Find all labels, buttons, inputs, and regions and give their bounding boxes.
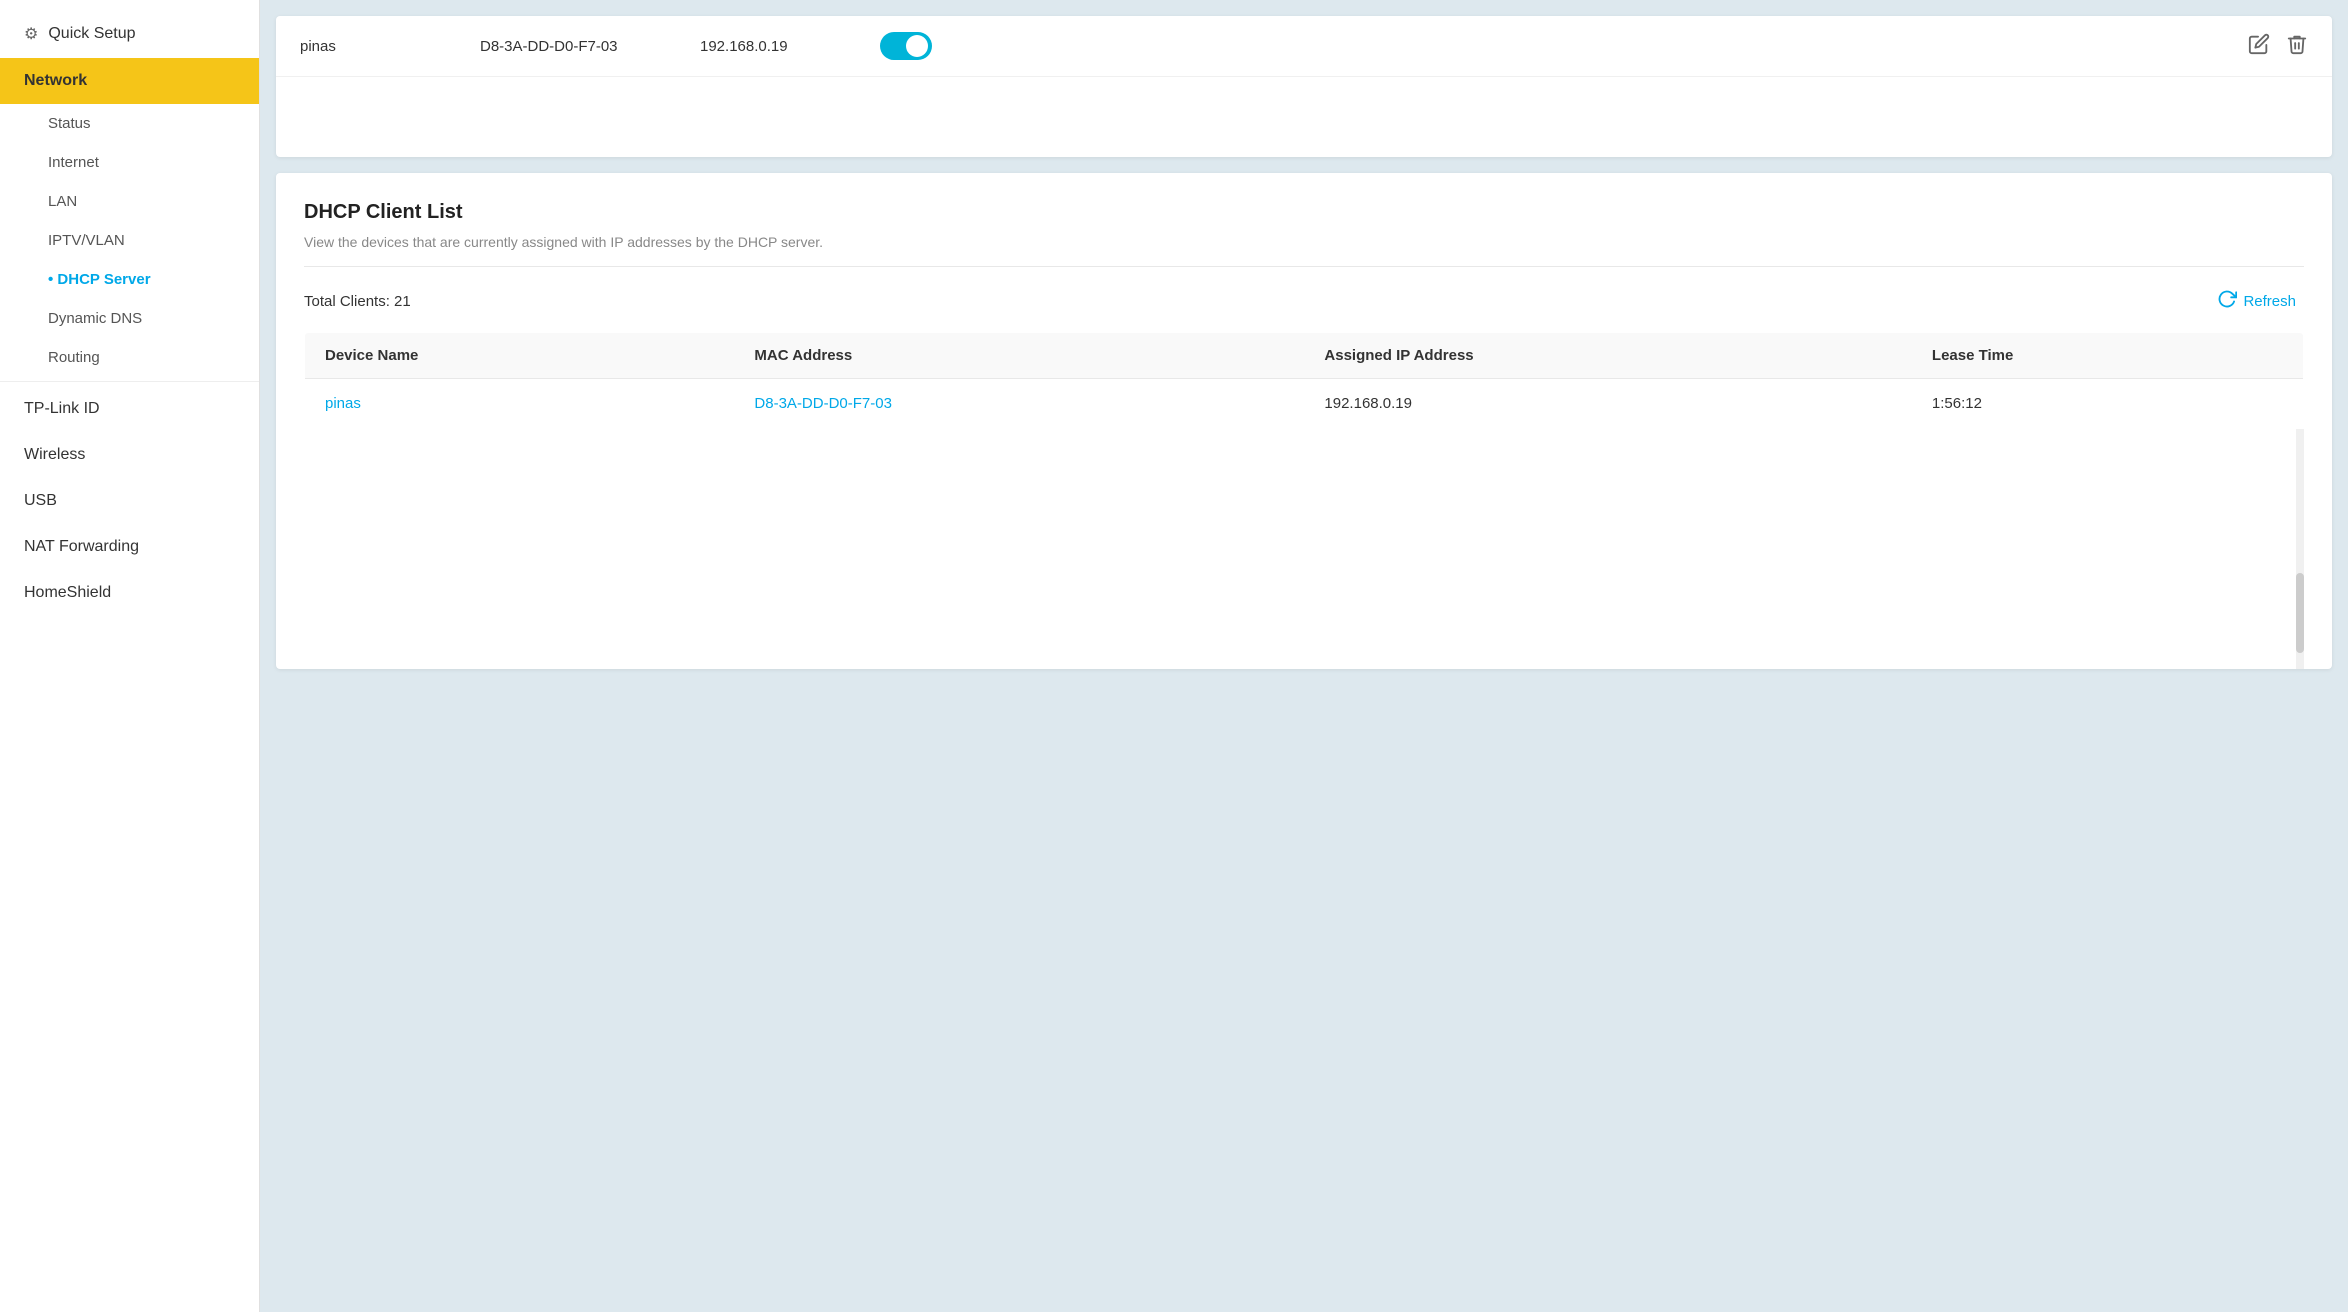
cell-mac-address: D8-3A-DD-D0-F7-03 xyxy=(734,379,1304,429)
total-clients-label: Total Clients: 21 xyxy=(304,293,411,310)
sidebar-item-quicksetup[interactable]: ⚙ Quick Setup xyxy=(0,10,259,58)
static-device-name: pinas xyxy=(300,38,460,55)
delete-icon[interactable] xyxy=(2286,33,2308,60)
sidebar-item-usb[interactable]: USB xyxy=(0,478,259,524)
table-controls: Total Clients: 21 Refresh xyxy=(304,285,2304,318)
edit-icon[interactable] xyxy=(2248,33,2270,60)
refresh-button[interactable]: Refresh xyxy=(2209,285,2304,318)
cell-device-name: pinas xyxy=(305,379,735,429)
main-content: pinas D8-3A-DD-D0-F7-03 192.168.0.19 xyxy=(260,0,2348,1312)
sidebar-item-lan[interactable]: LAN xyxy=(0,182,259,221)
col-header-lease-time: Lease Time xyxy=(1912,333,2304,379)
sidebar-item-nat[interactable]: NAT Forwarding xyxy=(0,524,259,570)
sidebar-item-iptv[interactable]: IPTV/VLAN xyxy=(0,221,259,260)
dhcp-section-title: DHCP Client List xyxy=(304,201,2304,224)
sidebar-label-homeshield: HomeShield xyxy=(24,584,111,602)
sidebar-item-dhcp[interactable]: DHCP Server xyxy=(0,260,259,299)
dhcp-clients-table: Device Name MAC Address Assigned IP Addr… xyxy=(304,332,2304,429)
sidebar-label-wireless: Wireless xyxy=(24,446,85,464)
sidebar-item-network[interactable]: Network xyxy=(0,58,259,104)
toggle-slider xyxy=(880,32,932,60)
sidebar-submenu-network: Status Internet LAN IPTV/VLAN DHCP Serve… xyxy=(0,104,259,377)
table-empty-area xyxy=(304,429,2304,669)
sidebar-item-homeshield[interactable]: HomeShield xyxy=(0,570,259,616)
col-header-device-name: Device Name xyxy=(305,333,735,379)
col-header-assigned-ip: Assigned IP Address xyxy=(1304,333,1912,379)
static-mac-address: D8-3A-DD-D0-F7-03 xyxy=(480,38,680,55)
table-row: pinas D8-3A-DD-D0-F7-03 192.168.0.19 1:5… xyxy=(305,379,2304,429)
refresh-label: Refresh xyxy=(2243,293,2296,310)
dhcp-table-body: pinas D8-3A-DD-D0-F7-03 192.168.0.19 1:5… xyxy=(305,379,2304,429)
static-actions xyxy=(2248,33,2308,60)
refresh-icon xyxy=(2217,289,2237,314)
sidebar-item-status[interactable]: Status xyxy=(0,104,259,143)
static-ip-address: 192.168.0.19 xyxy=(700,38,860,55)
sidebar-label-tplinkid: TP-Link ID xyxy=(24,400,100,418)
scrollbar-track xyxy=(2296,429,2304,669)
cell-assigned-ip: 192.168.0.19 xyxy=(1304,379,1912,429)
static-toggle-col xyxy=(880,32,2228,60)
sidebar-item-wireless[interactable]: Wireless xyxy=(0,432,259,478)
dhcp-client-list-section: DHCP Client List View the devices that a… xyxy=(276,173,2332,669)
sidebar-item-dynamic-dns[interactable]: Dynamic DNS xyxy=(0,299,259,338)
static-enable-toggle[interactable] xyxy=(880,32,932,60)
dhcp-table-header: Device Name MAC Address Assigned IP Addr… xyxy=(305,333,2304,379)
static-binding-row: pinas D8-3A-DD-D0-F7-03 192.168.0.19 xyxy=(276,16,2332,77)
cell-lease-time: 1:56:12 xyxy=(1912,379,2304,429)
sidebar-item-routing[interactable]: Routing xyxy=(0,338,259,377)
static-card-spacer xyxy=(276,77,2332,157)
sidebar-item-internet[interactable]: Internet xyxy=(0,143,259,182)
gear-icon: ⚙ xyxy=(24,24,38,44)
sidebar-label-quicksetup: Quick Setup xyxy=(48,25,135,43)
sidebar-label-network: Network xyxy=(24,72,87,90)
total-clients-count: 21 xyxy=(394,293,411,310)
sidebar-label-usb: USB xyxy=(24,492,57,510)
scrollbar-thumb[interactable] xyxy=(2296,573,2304,653)
static-binding-card: pinas D8-3A-DD-D0-F7-03 192.168.0.19 xyxy=(276,16,2332,157)
sidebar-item-tplinkid[interactable]: TP-Link ID xyxy=(0,386,259,432)
col-header-mac-address: MAC Address xyxy=(734,333,1304,379)
sidebar: ⚙ Quick Setup Network Status Internet LA… xyxy=(0,0,260,1312)
sidebar-divider-1 xyxy=(0,381,259,382)
dhcp-section-description: View the devices that are currently assi… xyxy=(304,234,2304,267)
sidebar-label-nat: NAT Forwarding xyxy=(24,538,139,556)
